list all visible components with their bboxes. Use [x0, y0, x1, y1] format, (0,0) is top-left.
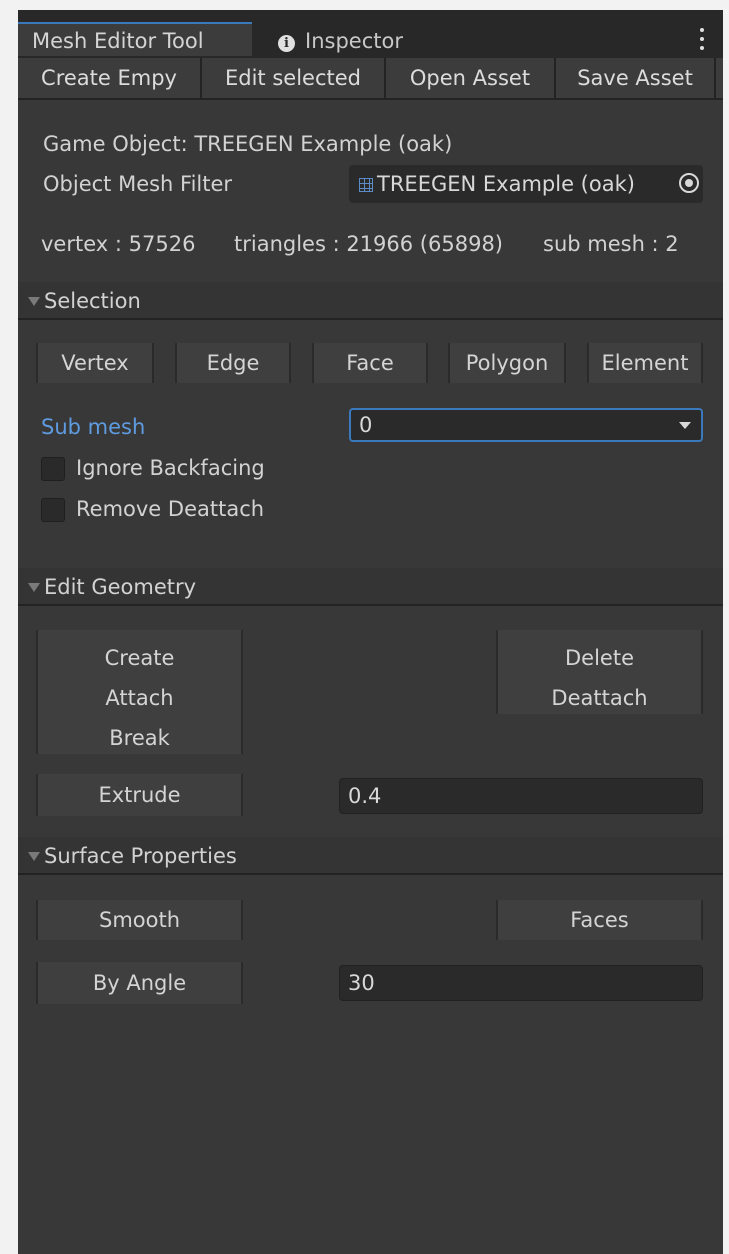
- selection-foldout[interactable]: Selection: [18, 282, 723, 320]
- menu-dots-icon[interactable]: [699, 28, 705, 52]
- open-asset-button[interactable]: Open Asset: [386, 58, 556, 98]
- smooth-button[interactable]: Smooth: [36, 900, 243, 940]
- edge-mode-button[interactable]: Edge: [175, 343, 291, 383]
- triangle-count: triangles : 21966 (65898): [234, 232, 504, 256]
- selection-header: Selection: [44, 289, 141, 313]
- extrude-amount-input[interactable]: 0.4: [339, 778, 703, 814]
- game-object-label: Game Object: TREEGEN Example (oak): [43, 132, 453, 156]
- edit-geometry-header: Edit Geometry: [44, 575, 197, 599]
- mesh-grid-icon: [359, 178, 373, 192]
- tab-label: Mesh Editor Tool: [32, 29, 204, 53]
- object-picker-icon[interactable]: [679, 173, 699, 193]
- sub-mesh-dropdown[interactable]: 0: [349, 408, 703, 442]
- mesh-filter-field[interactable]: TREEGEN Example (oak): [349, 165, 703, 203]
- foldout-triangle-icon: [28, 583, 40, 592]
- toolbar: Create Empy Edit selected Open Asset Sav…: [18, 58, 723, 100]
- tab-bar: Mesh Editor Tool i Inspector: [18, 10, 723, 58]
- deattach-button[interactable]: Deattach: [498, 678, 701, 718]
- foldout-triangle-icon: [28, 852, 40, 861]
- dropdown-caret-icon: [679, 422, 691, 429]
- sub-mesh-label: Sub mesh: [41, 415, 146, 439]
- delete-deattach-group: Delete Deattach: [496, 630, 703, 714]
- vertex-count: vertex : 57526: [41, 232, 196, 256]
- break-button[interactable]: Break: [38, 718, 241, 758]
- delete-button[interactable]: Delete: [498, 638, 701, 678]
- remove-deattach-checkbox[interactable]: [41, 498, 65, 522]
- foldout-triangle-icon: [28, 297, 40, 306]
- info-icon: i: [278, 35, 295, 52]
- surface-properties-foldout[interactable]: Surface Properties: [18, 837, 723, 875]
- angle-input[interactable]: 30: [339, 965, 703, 1001]
- editor-window: Mesh Editor Tool i Inspector Create Empy …: [18, 10, 723, 1254]
- create-attach-break-group: Create Attach Break: [36, 630, 243, 754]
- tab-inspector[interactable]: i Inspector: [264, 24, 417, 58]
- element-mode-button[interactable]: Element: [587, 343, 703, 383]
- by-angle-button[interactable]: By Angle: [36, 962, 243, 1004]
- save-asset-button[interactable]: Save Asset: [556, 58, 716, 98]
- tab-mesh-editor-tool[interactable]: Mesh Editor Tool: [18, 22, 252, 56]
- sub-mesh-count: sub mesh : 2: [543, 232, 679, 256]
- remove-deattach-label: Remove Deattach: [76, 497, 265, 521]
- create-empty-button[interactable]: Create Empy: [18, 58, 202, 98]
- faces-button[interactable]: Faces: [496, 900, 703, 940]
- vertex-mode-button[interactable]: Vertex: [36, 343, 154, 383]
- ignore-backfacing-label: Ignore Backfacing: [76, 456, 265, 480]
- edit-geometry-foldout[interactable]: Edit Geometry: [18, 568, 723, 606]
- create-button[interactable]: Create: [38, 638, 241, 678]
- ignore-backfacing-checkbox[interactable]: [41, 457, 65, 481]
- surface-properties-header: Surface Properties: [44, 844, 237, 868]
- extrude-button[interactable]: Extrude: [36, 774, 243, 816]
- tab-label: Inspector: [305, 29, 403, 53]
- mesh-filter-value: TREEGEN Example (oak): [377, 172, 635, 196]
- mesh-filter-label: Object Mesh Filter: [43, 172, 233, 196]
- face-mode-button[interactable]: Face: [312, 343, 428, 383]
- attach-button[interactable]: Attach: [38, 678, 241, 718]
- polygon-mode-button[interactable]: Polygon: [448, 343, 566, 383]
- edit-selected-button[interactable]: Edit selected: [202, 58, 386, 98]
- sub-mesh-value: 0: [359, 413, 373, 437]
